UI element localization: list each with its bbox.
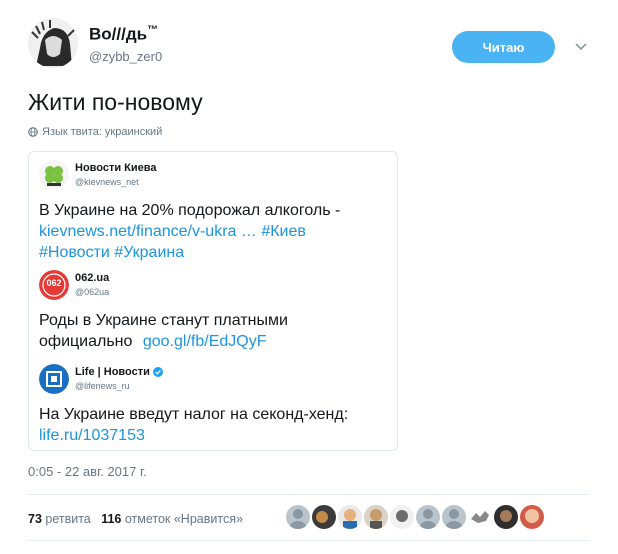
embedded-tweet-text: В Украине на 20% подорожал алкоголь - ki…: [39, 200, 389, 263]
hashtag: #Новости: [39, 244, 110, 261]
embedded-text: В Украине на 20% подорожал алкоголь -: [39, 202, 341, 219]
hashtag: #Украина: [114, 244, 185, 261]
author-name-text[interactable]: Во///дь: [89, 25, 147, 44]
language-note: Язык твита: украинский: [28, 126, 162, 138]
embedded-author-handle: @kievnews_net: [75, 177, 139, 187]
embedded-author-name: Новости Киева: [75, 162, 157, 174]
retweet-label[interactable]: ретвита: [45, 512, 90, 526]
embedded-author-name: Life | Новости: [75, 366, 163, 378]
likers-avatars: [286, 505, 544, 529]
liker-avatar[interactable]: [390, 505, 414, 529]
hashtag: #Киев: [261, 223, 306, 240]
language-note-text: Язык твита: украинский: [42, 126, 163, 138]
author-avatar[interactable]: [28, 18, 78, 68]
author-display-name[interactable]: Во///дь™: [89, 24, 158, 45]
embedded-tweet: Новости Киева @kievnews_net В Украине на…: [39, 160, 389, 263]
embedded-author-name: 062.ua: [75, 272, 110, 284]
liker-avatar[interactable]: [338, 505, 362, 529]
embedded-author-name-text: Life | Новости: [75, 366, 150, 378]
liker-avatar[interactable]: [442, 505, 466, 529]
embedded-text: официально: [39, 333, 133, 350]
062ua-avatar: 062: [39, 270, 69, 300]
liker-avatar[interactable]: [364, 505, 388, 529]
embedded-link: goo.gl/fb/EdJQyF: [142, 333, 267, 350]
liker-avatar[interactable]: [468, 505, 492, 529]
tweet-image[interactable]: Новости Киева @kievnews_net В Украине на…: [28, 151, 398, 451]
author-handle[interactable]: @zybb_zer0: [89, 49, 162, 64]
tweet-text: Жити по-новому: [28, 89, 203, 115]
embedded-text: Роды в Украине станут платными: [39, 312, 288, 329]
divider: [28, 494, 590, 495]
trademark-mark: ™: [147, 24, 159, 36]
liker-avatar[interactable]: [520, 505, 544, 529]
kievnews-avatar: [39, 160, 69, 190]
liker-avatar[interactable]: [416, 505, 440, 529]
verified-badge-icon: [152, 367, 163, 377]
embedded-author-handle: @lifenews_ru: [75, 381, 130, 391]
like-label[interactable]: отметок «Нравится»: [125, 512, 243, 526]
tweet-header: Во///дь™ @zybb_zer0 Читаю: [28, 18, 598, 74]
embedded-author-handle: @062ua: [75, 287, 110, 297]
following-button[interactable]: Читаю: [452, 31, 555, 63]
liker-avatar[interactable]: [494, 505, 518, 529]
embedded-tweet: 062 062.ua @062ua Роды в Украине станут …: [39, 270, 389, 360]
embedded-link: life.ru/1037153: [39, 427, 145, 444]
liker-avatar[interactable]: [312, 505, 336, 529]
like-count[interactable]: 116: [101, 512, 121, 526]
embedded-tweet-text: На Украине введут налог на секонд-хенд: …: [39, 404, 389, 446]
chevron-down-icon[interactable]: [573, 38, 589, 54]
divider: [28, 540, 590, 541]
embedded-tweet-text: Роды в Украине станут платными официальн…: [39, 310, 389, 352]
lifenews-avatar: [39, 364, 69, 394]
embedded-link: kievnews.net/finance/v-ukra …: [39, 223, 257, 240]
embedded-tweet: Life | Новости @lifenews_ru На Украине в…: [39, 364, 389, 448]
062ua-avatar-label: 062: [46, 278, 62, 288]
embedded-text: На Украине введут налог на секонд-хенд:: [39, 406, 349, 423]
tweet-stats: 73 ретвита 116 отметок «Нравится»: [28, 512, 243, 526]
liker-avatar[interactable]: [286, 505, 310, 529]
retweet-count[interactable]: 73: [28, 512, 42, 526]
tweet-timestamp[interactable]: 0:05 - 22 авг. 2017 г.: [28, 464, 147, 479]
globe-icon: [28, 127, 38, 137]
